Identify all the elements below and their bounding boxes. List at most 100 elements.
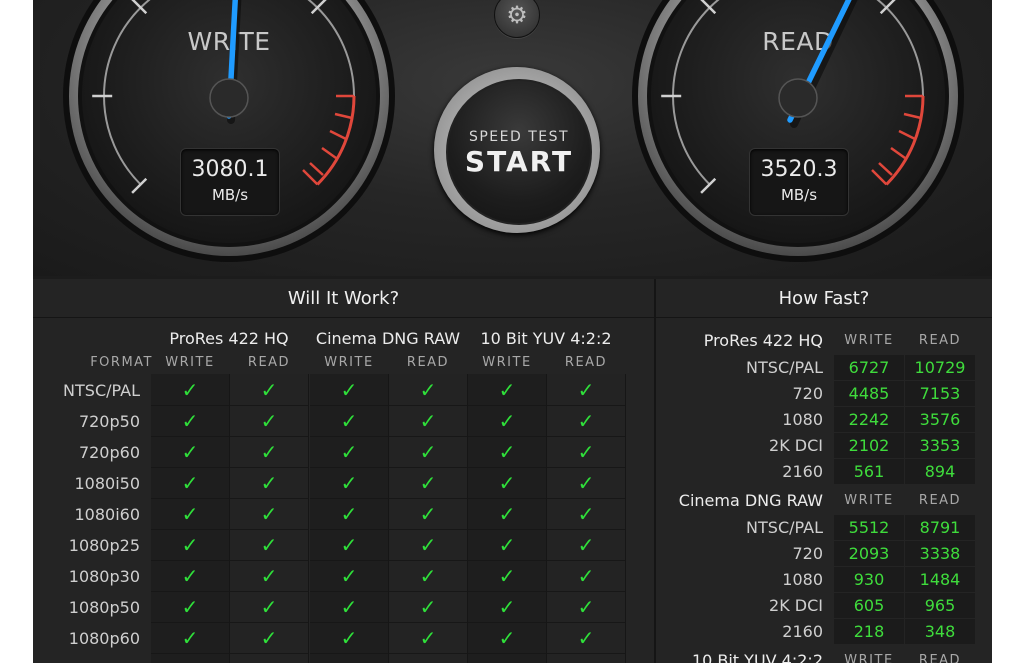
check-icon: ✓	[230, 406, 308, 437]
how-fast-read-header: READ	[918, 493, 962, 508]
group-header: 10 Bit YUV 4:2:2	[480, 329, 612, 348]
settings-gear-icon[interactable]: ⚙	[494, 0, 540, 38]
check-icon: ✓	[468, 375, 546, 406]
check-icon: ✓	[310, 499, 388, 530]
write-fps-value: 930	[834, 567, 904, 592]
start-button[interactable]: SPEED TEST START	[446, 79, 592, 225]
check-icon: ✓	[310, 437, 388, 468]
check-icon: ✓	[389, 437, 467, 468]
check-icon: ✓	[389, 530, 467, 561]
check-icon: ✓	[230, 499, 308, 530]
how-fast-write-header: WRITE	[844, 493, 894, 508]
write-gauge: WRITE	[63, 0, 395, 262]
resolution-label: 1080	[782, 410, 823, 429]
check-icon: ✓	[389, 623, 467, 654]
check-icon: ✓	[310, 592, 388, 623]
resolution-label: NTSC/PAL	[746, 358, 823, 377]
resolution-label: 720	[792, 384, 823, 403]
check-icon: ✓	[389, 499, 467, 530]
read-fps-value: 3353	[905, 433, 975, 458]
sub-header: WRITE	[165, 355, 215, 370]
read-fps-value: 348	[905, 619, 975, 644]
how-fast-row: 2160 218 348	[656, 619, 992, 645]
check-icon: ✓	[547, 623, 625, 654]
check-icon: ✓	[468, 468, 546, 499]
sub-header: WRITE	[324, 355, 374, 370]
sub-header: READ	[406, 355, 450, 370]
check-icon: ✓	[310, 623, 388, 654]
check-icon: ✓	[547, 375, 625, 406]
check-icon: ✓	[230, 592, 308, 623]
write-fps-value: 6727	[834, 355, 904, 380]
check-icon: ✓	[310, 406, 388, 437]
resolution-label: 2160	[782, 462, 823, 481]
sub-header: READ	[247, 355, 291, 370]
check-icon: ✓	[230, 623, 308, 654]
check-icon: ✓	[230, 530, 308, 561]
table-row: 1080i60 ✓ ✓ ✓ ✓ ✓ ✓	[33, 499, 654, 530]
will-it-work-panel: Will It Work? FORMAT ProRes 422 HQ Cinema…	[33, 279, 656, 663]
table-row: 1080p60 ✓ ✓ ✓ ✓ ✓ ✓	[33, 623, 654, 654]
read-fps-value: 3576	[905, 407, 975, 432]
read-fps-value: 894	[905, 459, 975, 484]
write-fps-value: 4485	[834, 381, 904, 406]
format-label: 720p50	[78, 412, 140, 431]
write-fps-value: 2242	[834, 407, 904, 432]
format-column-header: FORMAT	[90, 355, 153, 370]
write-fps-value: 605	[834, 593, 904, 618]
format-label: 1080p25	[68, 536, 140, 555]
check-icon: ✓	[389, 592, 467, 623]
format-label: 1080p60	[68, 629, 140, 648]
sub-header: WRITE	[482, 355, 532, 370]
read-fps-value: 3338	[905, 541, 975, 566]
check-icon: ✓	[547, 499, 625, 530]
check-icon: ✓	[310, 468, 388, 499]
write-readout: 3080.1 MB/s	[180, 148, 280, 216]
group-header: Cinema DNG RAW	[315, 329, 461, 348]
gauge-panel: WRITE 3080.1 MB/s READ 3520.3 MB/s ⚙ SPE…	[33, 0, 992, 276]
check-icon: ✓	[310, 375, 388, 406]
read-value: 3520.3	[760, 157, 838, 182]
how-fast-group-header: 10 Bit YUV 4:2:2	[691, 651, 823, 663]
results-area: Will It Work? FORMAT ProRes 422 HQ Cinema…	[33, 279, 992, 663]
how-fast-panel: How Fast? ProRes 422 HQ WRITE READ NTSC/PAL…	[656, 279, 992, 663]
format-label: 720p60	[78, 443, 140, 462]
how-fast-read-header: READ	[918, 333, 962, 348]
read-fps-value: 7153	[905, 381, 975, 406]
how-fast-write-header: WRITE	[844, 653, 894, 663]
check-icon: ✓	[389, 406, 467, 437]
check-icon: ✓	[310, 530, 388, 561]
check-icon: ✓	[230, 561, 308, 592]
format-label: NTSC/PAL	[63, 381, 140, 400]
read-unit: MB/s	[780, 186, 818, 204]
how-fast-row: 720 2093 3338	[656, 541, 992, 567]
check-icon: ✓	[468, 437, 546, 468]
read-fps-value: 1484	[905, 567, 975, 592]
check-icon: ✓	[151, 406, 229, 437]
how-fast-read-header: READ	[918, 653, 962, 663]
how-fast-row: 720 4485 7153	[656, 381, 992, 407]
check-icon: ✓	[468, 530, 546, 561]
check-icon: ✓	[151, 623, 229, 654]
sub-header: READ	[564, 355, 608, 370]
how-fast-row: NTSC/PAL 5512 8791	[656, 515, 992, 541]
check-icon: ✓	[547, 592, 625, 623]
how-fast-row: 2K DCI 2102 3353	[656, 433, 992, 459]
how-fast-row: 2160 561 894	[656, 459, 992, 485]
how-fast-title: How Fast?	[656, 279, 992, 318]
start-button-label: START	[464, 145, 574, 178]
check-icon: ✓	[468, 592, 546, 623]
write-fps-value: 2102	[834, 433, 904, 458]
table-row: 720p60 ✓ ✓ ✓ ✓ ✓ ✓	[33, 437, 654, 468]
how-fast-row: NTSC/PAL 6727 10729	[656, 355, 992, 381]
resolution-label: NTSC/PAL	[746, 518, 823, 537]
check-icon: ✓	[310, 561, 388, 592]
how-fast-row: 2K DCI 605 965	[656, 593, 992, 619]
how-fast-row: 1080 2242 3576	[656, 407, 992, 433]
check-icon: ✓	[151, 468, 229, 499]
check-icon: ✓	[151, 530, 229, 561]
check-icon: ✓	[389, 561, 467, 592]
table-row: 1080p30 ✓ ✓ ✓ ✓ ✓ ✓	[33, 561, 654, 592]
read-fps-value: 965	[905, 593, 975, 618]
check-icon: ✓	[230, 468, 308, 499]
